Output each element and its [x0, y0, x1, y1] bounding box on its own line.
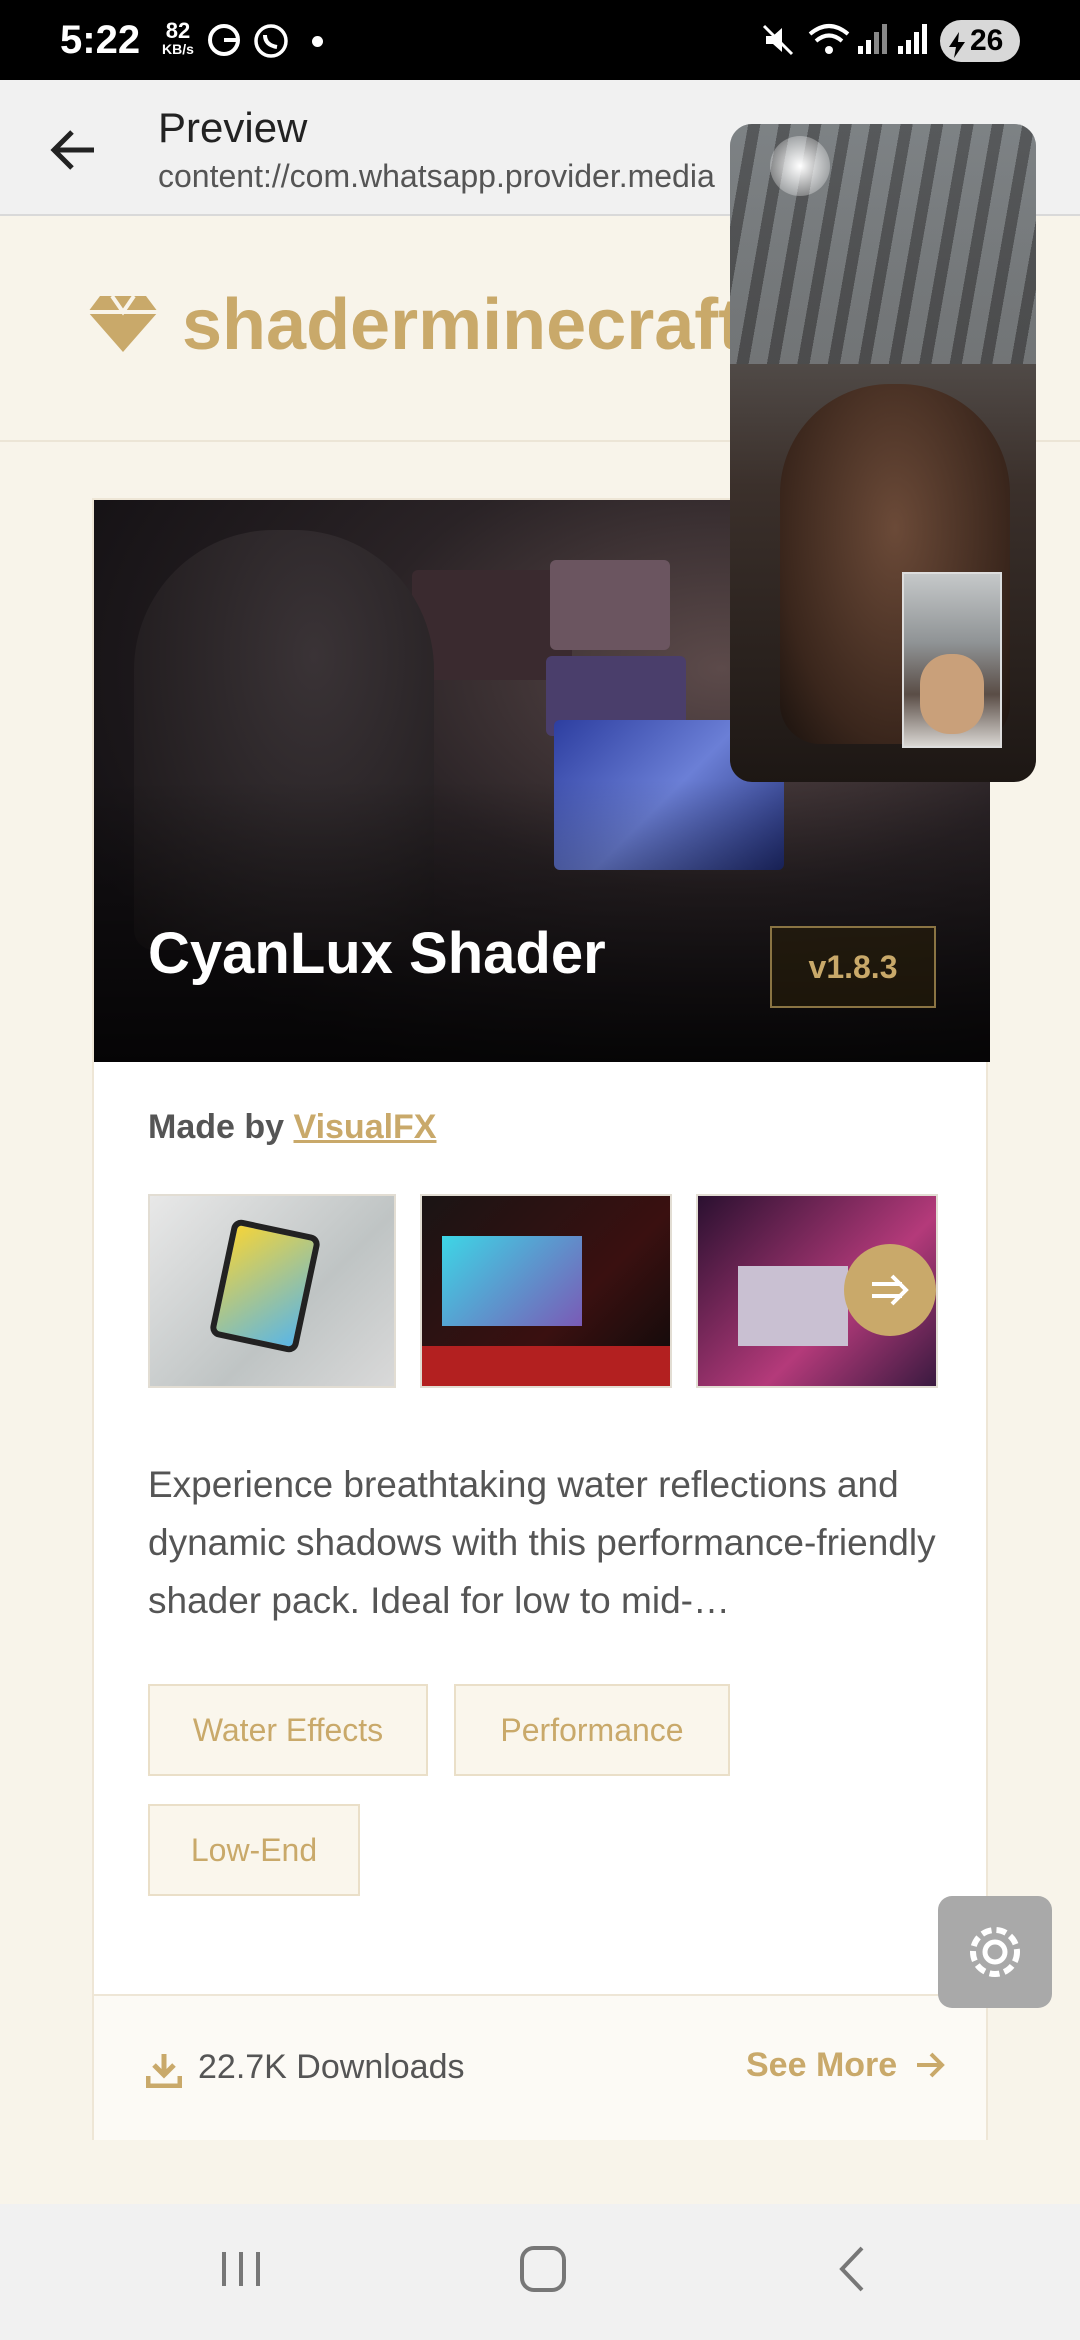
tag-water-effects[interactable]: Water Effects	[148, 1684, 428, 1776]
tag-performance[interactable]: Performance	[454, 1684, 730, 1776]
author-link[interactable]: VisualFX	[294, 1108, 437, 1146]
gallery-thumbnail[interactable]	[420, 1194, 672, 1388]
shader-description: Experience breathtaking water reflection…	[148, 1464, 936, 1621]
notification-dot	[312, 36, 323, 47]
retro-computer-shape	[738, 1266, 848, 1346]
shader-title: CyanLux Shader	[148, 921, 606, 986]
made-by: Made by VisualFX	[148, 1108, 437, 1147]
light-flare	[770, 136, 830, 196]
status-bar: 5:22 82 KB/s 26	[0, 0, 1080, 80]
page-title: Preview	[158, 104, 308, 151]
signal-icon-2	[896, 22, 930, 61]
gem-icon	[88, 294, 158, 359]
gear-icon	[962, 1919, 1028, 1990]
home-icon[interactable]	[518, 2244, 568, 2299]
status-time: 5:22	[60, 18, 141, 62]
monitor-shape	[550, 560, 670, 650]
nav-back-icon[interactable]	[828, 2244, 878, 2299]
arrow-right-icon	[868, 1268, 912, 1317]
page-subtitle: content://com.whatsapp.provider.media	[158, 158, 715, 194]
network-speed-unit: KB/s	[162, 41, 194, 57]
download-count: 22.7K Downloads	[198, 2048, 465, 2086]
whatsapp-icon	[252, 22, 290, 65]
monitor-shape	[442, 1236, 582, 1326]
charging-icon	[948, 28, 966, 70]
g-app-icon	[206, 22, 242, 63]
download-icon	[145, 2052, 183, 2093]
card-footer: 22.7K Downloads See More	[94, 1994, 986, 2140]
version-badge: v1.8.3	[770, 926, 936, 1008]
recent-apps-icon[interactable]	[216, 2244, 266, 2299]
network-speed: 82 KB/s	[162, 20, 194, 58]
battery-indicator: 26	[940, 20, 1020, 62]
gallery-thumbnail[interactable]	[148, 1194, 396, 1388]
wifi-icon	[806, 22, 852, 63]
navigation-bar	[0, 2204, 1080, 2340]
self-view-window[interactable]	[902, 572, 1002, 748]
settings-button[interactable]	[938, 1896, 1052, 2008]
arrow-right-icon	[916, 2052, 945, 2078]
video-call-window[interactable]	[730, 124, 1036, 782]
see-more-label: See More	[746, 2046, 898, 2084]
tablet-shape	[208, 1217, 322, 1355]
desk-glow	[422, 1346, 670, 1386]
self-face	[920, 654, 984, 734]
gallery-next-button[interactable]	[844, 1244, 936, 1336]
see-more-link[interactable]: See More	[746, 2046, 947, 2085]
site-name[interactable]: shaderminecraft.com	[182, 284, 782, 366]
arrow-left-icon[interactable]	[46, 122, 102, 183]
made-by-label: Made by	[148, 1108, 285, 1146]
mute-icon	[760, 22, 796, 63]
tag-low-end[interactable]: Low-End	[148, 1804, 360, 1896]
battery-level: 26	[970, 24, 1004, 57]
signal-icon-1	[856, 22, 890, 61]
